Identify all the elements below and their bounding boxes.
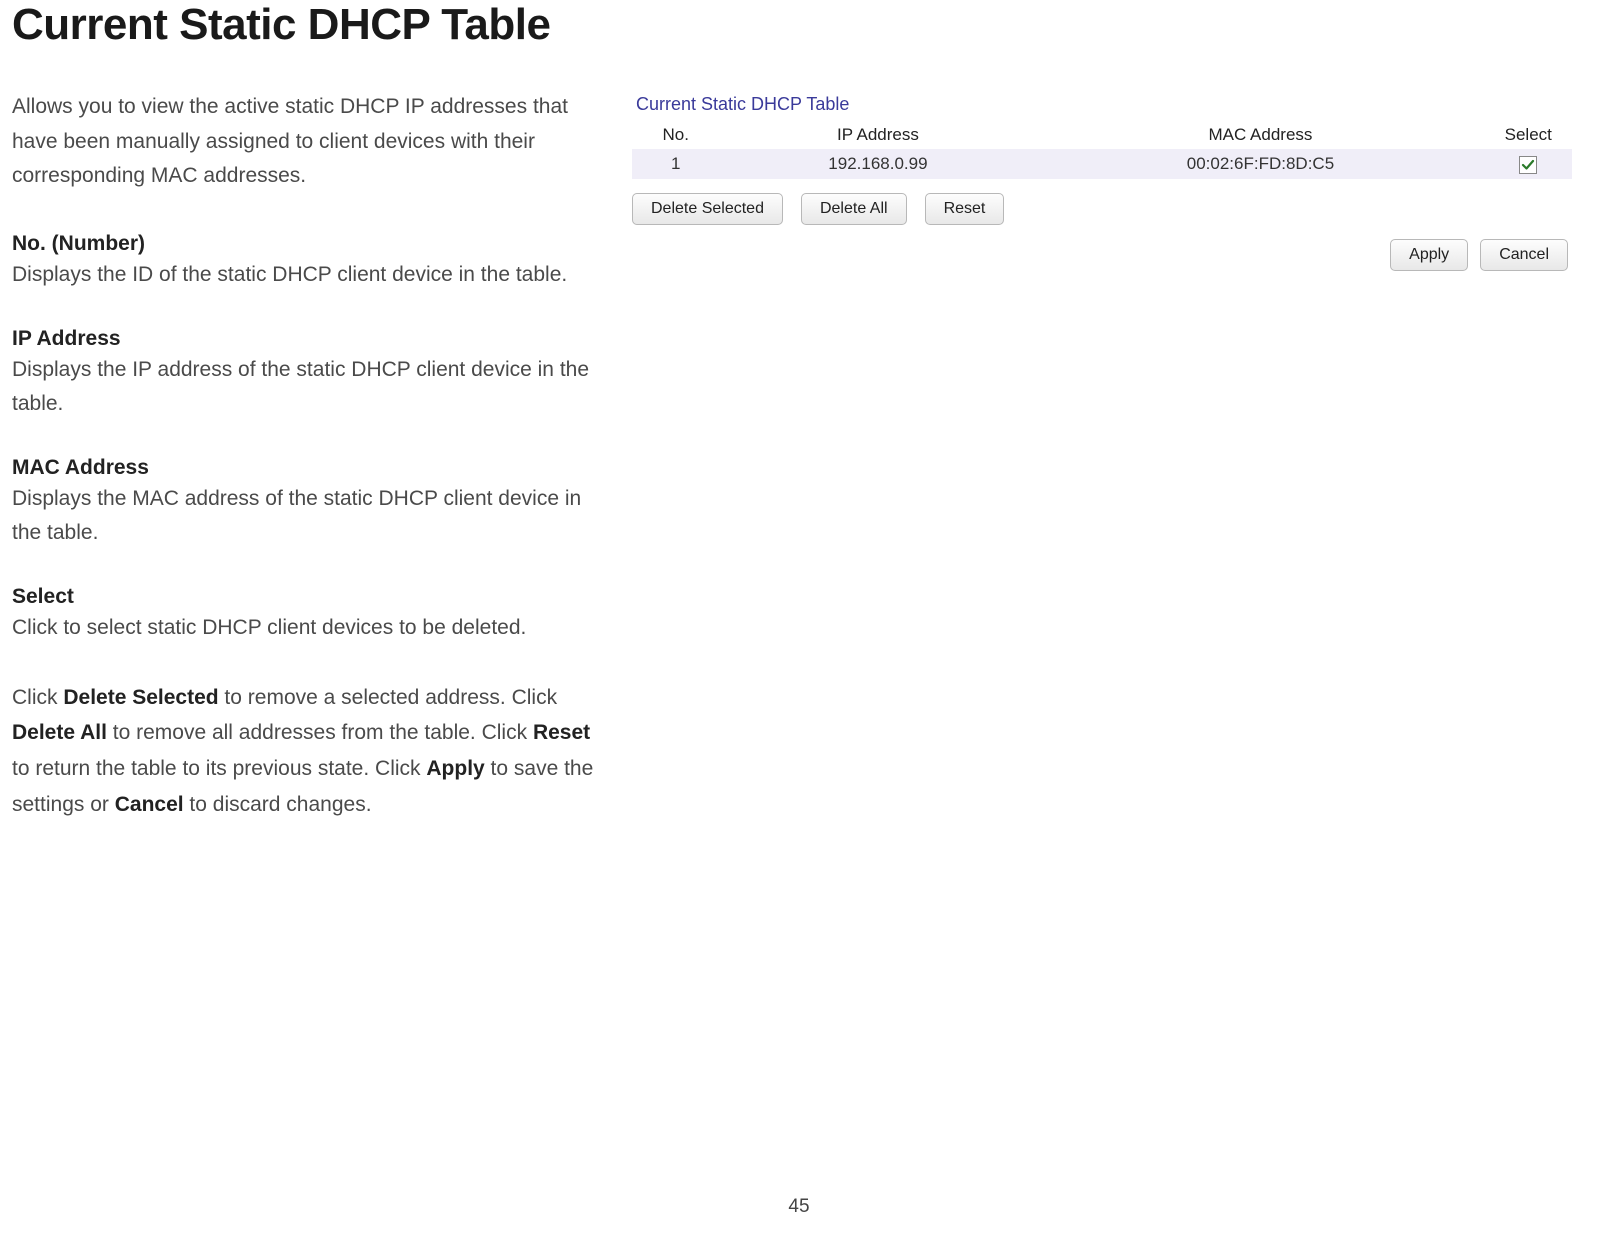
checkmark-icon: [1521, 158, 1535, 172]
table-button-row: Delete Selected Delete All Reset: [632, 193, 1572, 225]
footer-text: to remove a selected address. Click: [219, 686, 557, 709]
dhcp-table: No. IP Address MAC Address Select 1 192.…: [632, 121, 1572, 179]
cancel-button[interactable]: Cancel: [1480, 239, 1568, 271]
dhcp-table-screenshot: Current Static DHCP Table No. IP Address…: [632, 94, 1572, 271]
screenshot-column: Current Static DHCP Table No. IP Address…: [632, 90, 1572, 271]
section-mac: MAC Address Displays the MAC address of …: [12, 456, 602, 551]
footer-text: to return the table to its previous stat…: [12, 757, 426, 780]
footer-bold: Apply: [426, 757, 484, 780]
table-header-row: No. IP Address MAC Address Select: [632, 121, 1572, 149]
page-title: Current Static DHCP Table: [12, 0, 1598, 50]
footer-bold: Delete Selected: [63, 686, 218, 709]
section-heading: IP Address: [12, 327, 602, 351]
apply-button[interactable]: Apply: [1390, 239, 1468, 271]
section-heading: Select: [12, 585, 602, 609]
page-number: 45: [788, 1196, 809, 1218]
footer-text: to remove all addresses from the table. …: [107, 721, 533, 744]
cell-ip: 192.168.0.99: [719, 149, 1036, 179]
col-header-ip: IP Address: [719, 121, 1036, 149]
col-header-no: No.: [632, 121, 719, 149]
footer-paragraph: Click Delete Selected to remove a select…: [12, 680, 602, 823]
content-wrap: Allows you to view the active static DHC…: [0, 90, 1598, 823]
table-row: 1 192.168.0.99 00:02:6F:FD:8D:C5: [632, 149, 1572, 179]
section-heading: No. (Number): [12, 232, 602, 256]
col-header-select: Select: [1485, 121, 1572, 149]
delete-all-button[interactable]: Delete All: [801, 193, 907, 225]
footer-bold: Cancel: [115, 793, 184, 816]
section-select: Select Click to select static DHCP clien…: [12, 585, 602, 646]
section-body: Displays the ID of the static DHCP clien…: [12, 258, 602, 293]
cell-mac: 00:02:6F:FD:8D:C5: [1036, 149, 1484, 179]
footer-text: Click: [12, 686, 63, 709]
section-heading: MAC Address: [12, 456, 602, 480]
section-no: No. (Number) Displays the ID of the stat…: [12, 232, 602, 293]
footer-bold: Delete All: [12, 721, 107, 744]
confirm-button-row: Apply Cancel: [632, 239, 1572, 271]
reset-button[interactable]: Reset: [925, 193, 1005, 225]
screenshot-title: Current Static DHCP Table: [632, 94, 1572, 115]
cell-select: [1485, 149, 1572, 179]
section-ip: IP Address Displays the IP address of th…: [12, 327, 602, 422]
delete-selected-button[interactable]: Delete Selected: [632, 193, 783, 225]
footer-text: to discard changes.: [184, 793, 372, 816]
col-header-mac: MAC Address: [1036, 121, 1484, 149]
cell-no: 1: [632, 149, 719, 179]
select-checkbox[interactable]: [1519, 156, 1537, 174]
section-body: Displays the IP address of the static DH…: [12, 353, 602, 422]
intro-paragraph: Allows you to view the active static DHC…: [12, 90, 602, 194]
documentation-column: Allows you to view the active static DHC…: [12, 90, 632, 823]
section-body: Displays the MAC address of the static D…: [12, 482, 602, 551]
section-body: Click to select static DHCP client devic…: [12, 611, 602, 646]
footer-bold: Reset: [533, 721, 590, 744]
